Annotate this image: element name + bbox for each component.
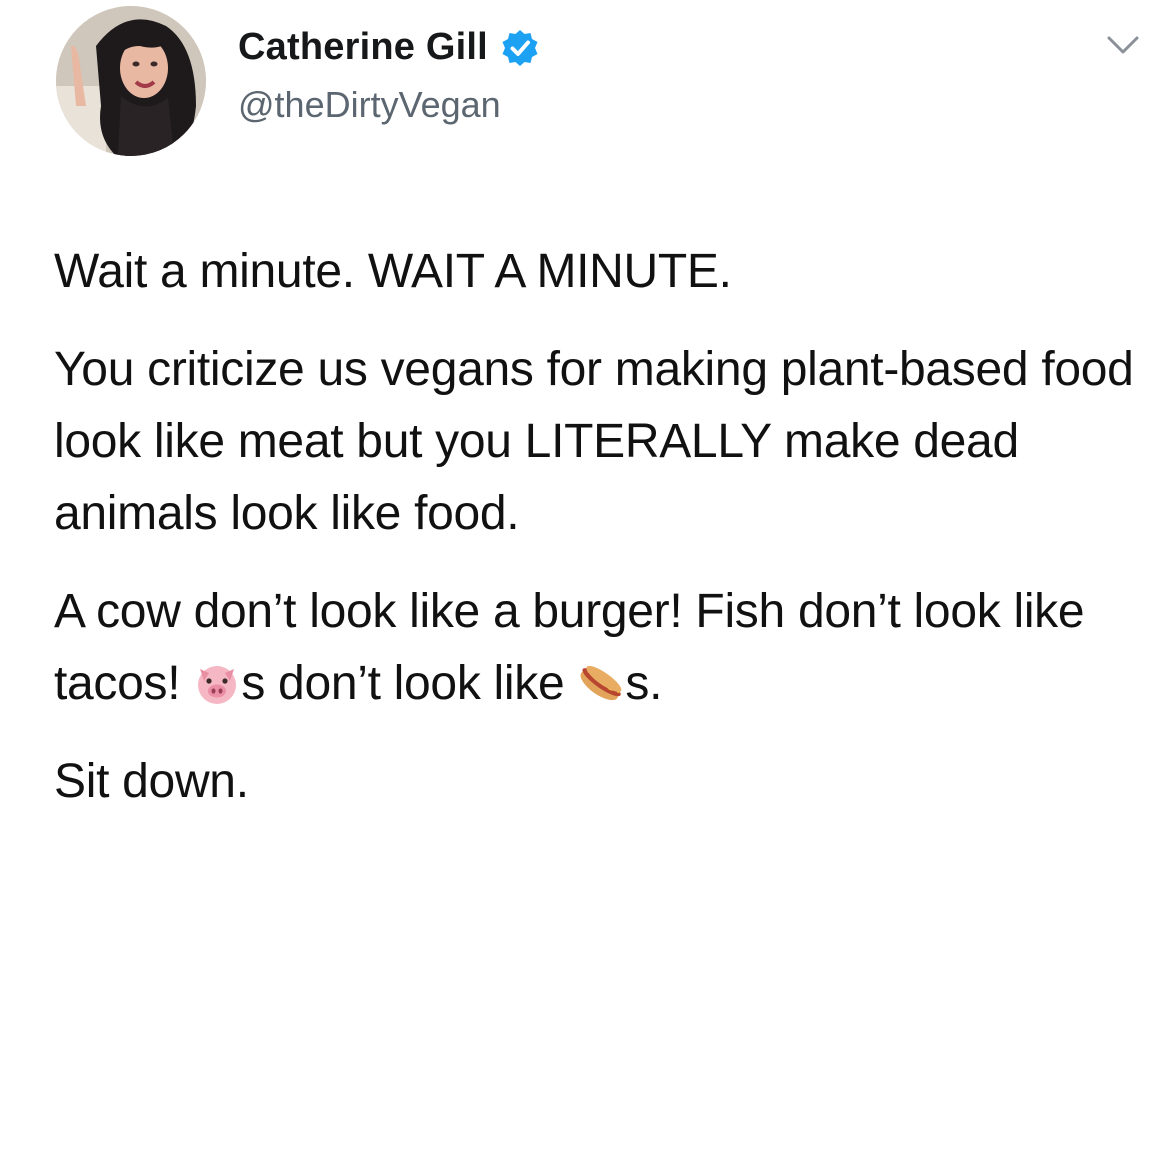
avatar-image bbox=[56, 6, 206, 156]
tweet-paragraph-2: You criticize us vegans for making plant… bbox=[54, 343, 1134, 540]
tweet-paragraph-4: Sit down. bbox=[54, 755, 249, 808]
hot-dog-emoji-icon bbox=[577, 659, 625, 707]
chevron-down-icon[interactable] bbox=[1106, 34, 1140, 56]
tweet-header: Catherine Gill @theDirtyVegan bbox=[56, 6, 1156, 156]
tweet-text-segment: s don’t look like bbox=[241, 657, 578, 710]
author-name-row: Catherine Gill bbox=[238, 26, 540, 69]
tweet-paragraph-1: Wait a minute. WAIT A MINUTE. bbox=[54, 245, 732, 298]
tweet-card: Catherine Gill @theDirtyVegan Wait a min… bbox=[0, 0, 1170, 1174]
author-handle[interactable]: @theDirtyVegan bbox=[238, 84, 501, 126]
pig-face-emoji-icon bbox=[193, 659, 241, 707]
author-display-name[interactable]: Catherine Gill bbox=[238, 26, 488, 69]
avatar[interactable] bbox=[56, 6, 206, 156]
tweet-body: Wait a minute. WAIT A MINUTE. You critic… bbox=[54, 236, 1134, 844]
verified-badge-icon bbox=[500, 28, 540, 68]
tweet-paragraph-3: A cow don’t look like a burger! Fish don… bbox=[54, 576, 1134, 720]
tweet-text-segment: s. bbox=[625, 657, 663, 710]
